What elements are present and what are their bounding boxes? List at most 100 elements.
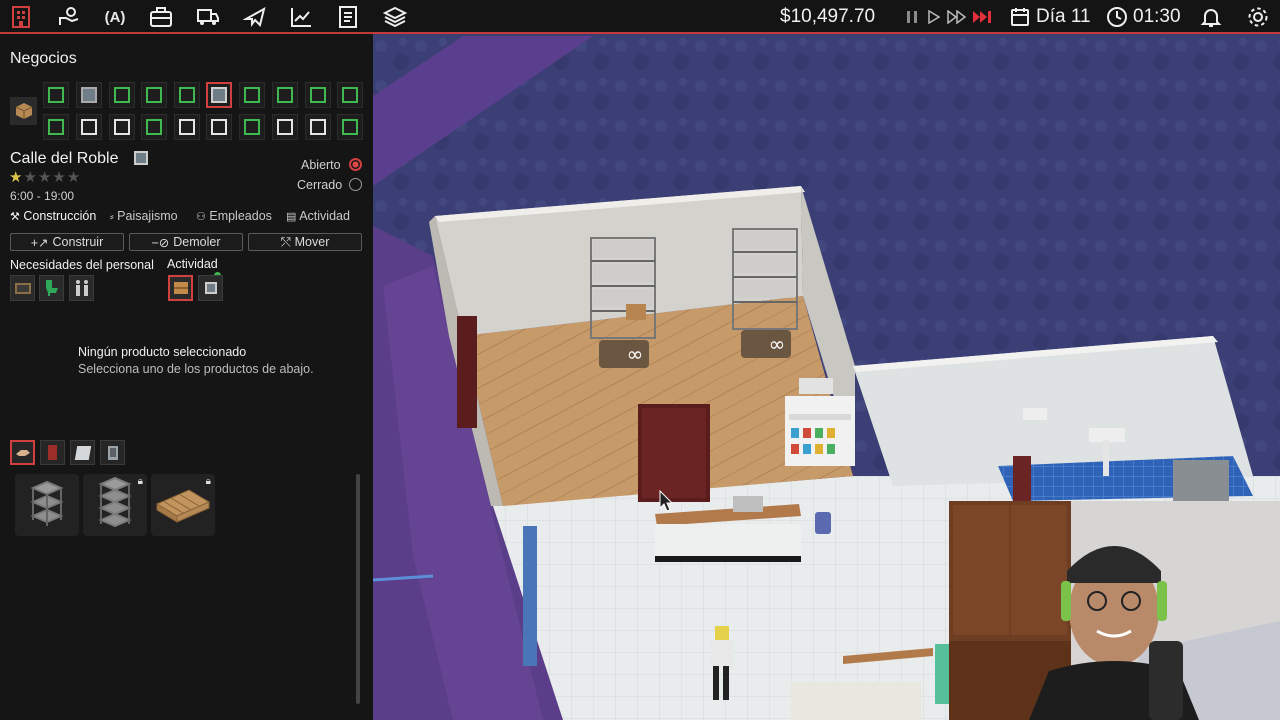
tab-label: Construcción: [23, 209, 97, 223]
pause-icon[interactable]: [900, 5, 924, 29]
toilet-icon: [45, 280, 58, 296]
open-label: Abierto: [301, 158, 341, 172]
business-slot[interactable]: [43, 114, 69, 140]
gear-icon[interactable]: [1246, 5, 1270, 29]
star-icon: ★: [23, 169, 38, 186]
product-tab[interactable]: [40, 440, 65, 465]
calendar-icon: [1008, 5, 1032, 29]
business-slot[interactable]: [109, 82, 135, 108]
business-slot[interactable]: [76, 82, 102, 108]
tab-label: Actividad: [299, 209, 350, 223]
star-icon: ★: [9, 169, 24, 186]
box-icon: [15, 103, 32, 119]
product-tab[interactable]: [70, 440, 95, 465]
lock-icon: 🔒︎: [137, 476, 143, 487]
briefcase-icon[interactable]: [149, 5, 173, 29]
open-radio[interactable]: [349, 158, 362, 171]
star-icon: ★: [37, 169, 53, 186]
shelf-icon: [30, 480, 64, 526]
tab-construccion[interactable]: ⚒ Construcción: [10, 209, 96, 223]
time-display: 01:30: [1133, 6, 1181, 27]
webcam-overlay: [949, 501, 1280, 720]
shovel-icon: ⸗: [110, 211, 114, 223]
business-slot[interactable]: [141, 82, 167, 108]
business-icon[interactable]: [9, 5, 33, 29]
business-slot[interactable]: [239, 114, 265, 140]
tv-icon: [14, 283, 31, 294]
mover-button[interactable]: ⤲ Mover: [248, 233, 362, 251]
tab-empleados[interactable]: ⚇ Empleados: [196, 209, 272, 223]
business-slot[interactable]: [174, 114, 200, 140]
business-type-icon: [134, 151, 148, 165]
day-display: Día 11: [1036, 6, 1091, 27]
business-slot[interactable]: [305, 82, 331, 108]
empty-product-title: Ningún producto seleccionado: [78, 345, 247, 359]
svg-text:∞: ∞: [627, 342, 644, 366]
tab-actividad[interactable]: ▤ Actividad: [286, 209, 350, 223]
door-icon: [48, 445, 57, 460]
business-slot[interactable]: [174, 82, 200, 108]
need-toilet[interactable]: [39, 275, 64, 301]
business-slot[interactable]: [109, 114, 135, 140]
product-tall-shelf-card[interactable]: 🔒︎: [83, 474, 147, 536]
star-rating: ★★★★★: [9, 168, 81, 186]
business-category-box[interactable]: [10, 97, 37, 125]
tab-paisajismo[interactable]: ⸗ Paisajismo: [110, 209, 178, 223]
business-slot-selected[interactable]: [206, 82, 232, 108]
sidebar-scrollbar[interactable]: [356, 474, 360, 704]
tab-label: Empleados: [209, 209, 272, 223]
need-tv[interactable]: [10, 275, 35, 301]
star-icon: ★: [52, 169, 67, 186]
closed-radio[interactable]: [349, 178, 362, 191]
business-slot[interactable]: [272, 114, 298, 140]
document-icon[interactable]: [336, 5, 360, 29]
clipboard-icon: ▤: [286, 211, 297, 223]
business-slot[interactable]: [141, 114, 167, 140]
business-slot[interactable]: [206, 114, 232, 140]
tools-icon: ⚒: [10, 211, 20, 223]
business-slot[interactable]: [305, 114, 331, 140]
sidebar-title: Negocios: [10, 50, 77, 67]
empty-product-subtitle: Selecciona uno de los productos de abajo…: [78, 362, 314, 376]
plane-icon[interactable]: [243, 5, 267, 29]
business-slot[interactable]: [272, 82, 298, 108]
product-tab[interactable]: [100, 440, 125, 465]
business-slot[interactable]: [43, 82, 69, 108]
ai-icon[interactable]: (A): [103, 5, 127, 29]
lock-icon: 🔒︎: [205, 476, 211, 487]
need-restroom[interactable]: [69, 275, 94, 301]
product-tab-selected[interactable]: [10, 440, 35, 465]
hand-coin-icon[interactable]: [57, 5, 81, 29]
tile-icon: [74, 445, 91, 460]
product-pallet-card[interactable]: 🔒︎: [151, 474, 215, 536]
product-shelf-card[interactable]: [15, 474, 79, 536]
business-slot[interactable]: [76, 114, 102, 140]
business-slot[interactable]: [337, 114, 363, 140]
business-slot[interactable]: [337, 82, 363, 108]
bell-icon[interactable]: [1199, 5, 1223, 29]
fast-forward-icon[interactable]: [945, 5, 969, 29]
demoler-button[interactable]: −⊘ Demoler: [129, 233, 243, 251]
play-icon[interactable]: [922, 5, 946, 29]
construir-button[interactable]: +↗ Construir: [10, 233, 124, 251]
restroom-icon: [75, 280, 88, 296]
register-icon: [204, 282, 217, 294]
clock-icon: [1105, 5, 1129, 29]
svg-text:∞: ∞: [769, 332, 786, 356]
star-icon: ★: [66, 169, 82, 186]
activity-slot-selected[interactable]: [168, 275, 193, 301]
business-sidebar: Negocios Calle del Roble ★★★★★ 6:00 - 19…: [0, 34, 373, 720]
tab-label: Paisajismo: [117, 209, 178, 223]
activity-heading: Actividad: [167, 257, 218, 271]
webcam-feed: [949, 501, 1280, 720]
money-display: $10,497.70: [780, 6, 876, 27]
closed-label: Cerrado: [297, 178, 343, 192]
business-name: Calle del Roble: [10, 150, 119, 167]
chart-icon[interactable]: [289, 5, 313, 29]
activity-slot[interactable]: [198, 275, 223, 301]
layers-icon[interactable]: [383, 5, 407, 29]
crate-icon: [173, 282, 188, 294]
truck-icon[interactable]: [196, 5, 220, 29]
business-slot[interactable]: [239, 82, 265, 108]
fastest-forward-icon[interactable]: [970, 5, 994, 29]
